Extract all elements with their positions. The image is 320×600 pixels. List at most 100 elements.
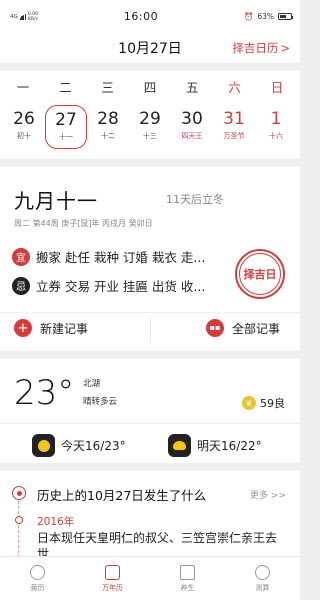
fortune-icon [255, 564, 270, 580]
tomorrow-forecast: 明天16/22° [168, 434, 262, 457]
day-number: 27 [55, 110, 77, 130]
net-speed-unit: KB/s [28, 16, 38, 22]
sunny-icon [32, 434, 55, 457]
current-date-title[interactable]: 10月27日 [118, 38, 182, 58]
signal-icon [19, 13, 27, 20]
day-lunar: 十六 [269, 132, 283, 140]
weekday-sat: 六 [228, 80, 241, 95]
lunar-date: 九月十一 [14, 189, 98, 213]
stamp-inner: 择吉日 [239, 253, 281, 295]
day-number: 29 [139, 109, 161, 129]
battery-icon [277, 13, 294, 20]
day-cell-30[interactable]: 30 四天王 [171, 105, 213, 149]
day-cell-31[interactable]: 31 万圣节 [213, 105, 255, 149]
weather-card[interactable]: 23° 北湖 晴转多云 ❦ 59良 今天16/23° 明天16/22° [0, 359, 300, 463]
week-strip: 一 二 三 四 五 六 日 26 初十 27 十一 28 十二 29 十三 30 四天王 … [0, 71, 300, 159]
stamp-label: 择吉日 [243, 268, 277, 281]
history-more-link[interactable]: 更多 >> [250, 488, 286, 501]
cloudy-icon [168, 434, 191, 457]
weather-condition: 晴转多云 [83, 397, 118, 407]
alarm-icon: ⏰ [243, 12, 254, 21]
weekday-headers: 一 二 三 四 五 六 日 [0, 77, 300, 96]
leaf-icon: ❦ [242, 396, 256, 410]
net-speed: 0.00 KB/s [28, 12, 38, 22]
day-number: 26 [13, 109, 35, 129]
day-lunar: 初十 [17, 132, 31, 140]
day-number: 31 [223, 109, 245, 129]
chevron-right-icon: > [280, 41, 290, 55]
day-lunar: 万圣节 [223, 132, 245, 140]
status-time: 16:00 [123, 10, 159, 23]
grid-icon: ▪▪ [206, 319, 224, 337]
status-bar: 4G 0.00 KB/s 16:00 ⏰ 63% [0, 0, 300, 33]
divider [0, 312, 300, 313]
today-forecast-text: 今天16/23° [61, 439, 126, 453]
tab-huangli[interactable]: 黄历 [0, 557, 75, 600]
weekday-wed: 三 [101, 80, 114, 95]
huangli-icon [30, 564, 45, 580]
tab-fortune[interactable]: 测算 [225, 557, 300, 600]
weekday-fri: 五 [186, 80, 199, 95]
yi-text: 搬家 赴任 栽种 订婚 栽衣 走... [36, 250, 206, 265]
day-number: 28 [97, 109, 119, 129]
history-year: 2016年 [37, 516, 75, 528]
week-days: 26 初十 27 十一 28 十二 29 十三 30 四天王 31 万圣节 1 十六 [0, 105, 300, 149]
status-right: ⏰ 63% [243, 12, 294, 21]
all-notes-label: 全部记事 [232, 321, 281, 336]
day-lunar: 十三 [143, 132, 157, 140]
tab-label: 黄历 [30, 583, 45, 592]
location-pin-icon [12, 486, 26, 500]
vertical-divider [150, 318, 151, 342]
tomorrow-forecast-text: 明天16/22° [197, 439, 262, 453]
battery-fill [279, 15, 287, 18]
weekday-sun: 日 [270, 80, 284, 95]
tab-label: 万年历 [102, 583, 123, 592]
app-screen: 4G 0.00 KB/s 16:00 ⏰ 63% 10月27日 择吉日历 > 一 … [0, 0, 300, 600]
timeline-dot [15, 516, 23, 524]
yi-row[interactable]: 宜 搬家 赴任 栽种 订婚 栽衣 走... [12, 247, 205, 266]
new-note-label: 新建记事 [40, 321, 89, 336]
tab-label: 测算 [255, 583, 270, 592]
separator [0, 351, 300, 359]
aqi-badge: ❦ 59良 [242, 395, 285, 411]
divider [0, 423, 300, 424]
tab-health[interactable]: 养生 [150, 557, 225, 600]
status-left: 4G 0.00 KB/s [10, 12, 38, 22]
zeji-link-label: 择吉日历 [232, 41, 279, 55]
day-cell-27-selected[interactable]: 27 十一 [45, 105, 87, 149]
calendar-header: 10月27日 择吉日历 > [0, 33, 300, 63]
day-number: 30 [181, 109, 203, 129]
all-notes-button[interactable]: ▪▪ 全部记事 [206, 319, 280, 337]
plus-icon: + [14, 319, 32, 337]
tab-calendar[interactable]: 万年历 [75, 557, 150, 600]
calendar-icon [105, 564, 120, 580]
yi-badge: 宜 [12, 247, 30, 266]
separator [0, 63, 300, 71]
health-icon [180, 564, 195, 580]
day-cell-28[interactable]: 28 十二 [87, 105, 129, 149]
weekday-thu: 四 [143, 80, 157, 95]
network-label: 4G [10, 13, 18, 20]
new-note-button[interactable]: + 新建记事 [14, 319, 88, 337]
ji-text: 立券 交易 开业 挂匾 出货 收... [36, 279, 206, 294]
ji-badge: 忌 [12, 276, 30, 295]
bottom-tab-bar: 黄历 万年历 养生 测算 [0, 556, 300, 600]
weather-city: 北湖 [83, 379, 101, 389]
day-cell-29[interactable]: 29 十三 [129, 105, 171, 149]
ji-row[interactable]: 忌 立券 交易 开业 挂匾 出货 收... [12, 276, 205, 295]
ganzhi-info: 周二 第44周 庚子[鼠]年 丙戌月 癸卯日 [14, 219, 153, 228]
zeji-stamp-button[interactable]: 择吉日 [235, 249, 285, 299]
tab-label: 养生 [180, 583, 195, 592]
day-lunar: 十二 [101, 132, 115, 140]
zeji-calendar-link[interactable]: 择吉日历 > [232, 40, 290, 56]
current-temp: 23° [14, 373, 75, 413]
day-cell-26[interactable]: 26 初十 [3, 105, 45, 149]
weekday-tue: 二 [59, 80, 72, 95]
day-lunar: 十一 [59, 133, 73, 141]
day-cell-1[interactable]: 1 十六 [255, 105, 297, 149]
battery-percent: 63% [257, 12, 274, 21]
almanac-card: 九月十一 11天后立冬 周二 第44周 庚子[鼠]年 丙戌月 癸卯日 宜 搬家 … [0, 167, 300, 351]
day-lunar: 四天王 [181, 132, 203, 140]
solar-term-countdown: 11天后立冬 [166, 193, 224, 206]
separator [0, 463, 300, 471]
